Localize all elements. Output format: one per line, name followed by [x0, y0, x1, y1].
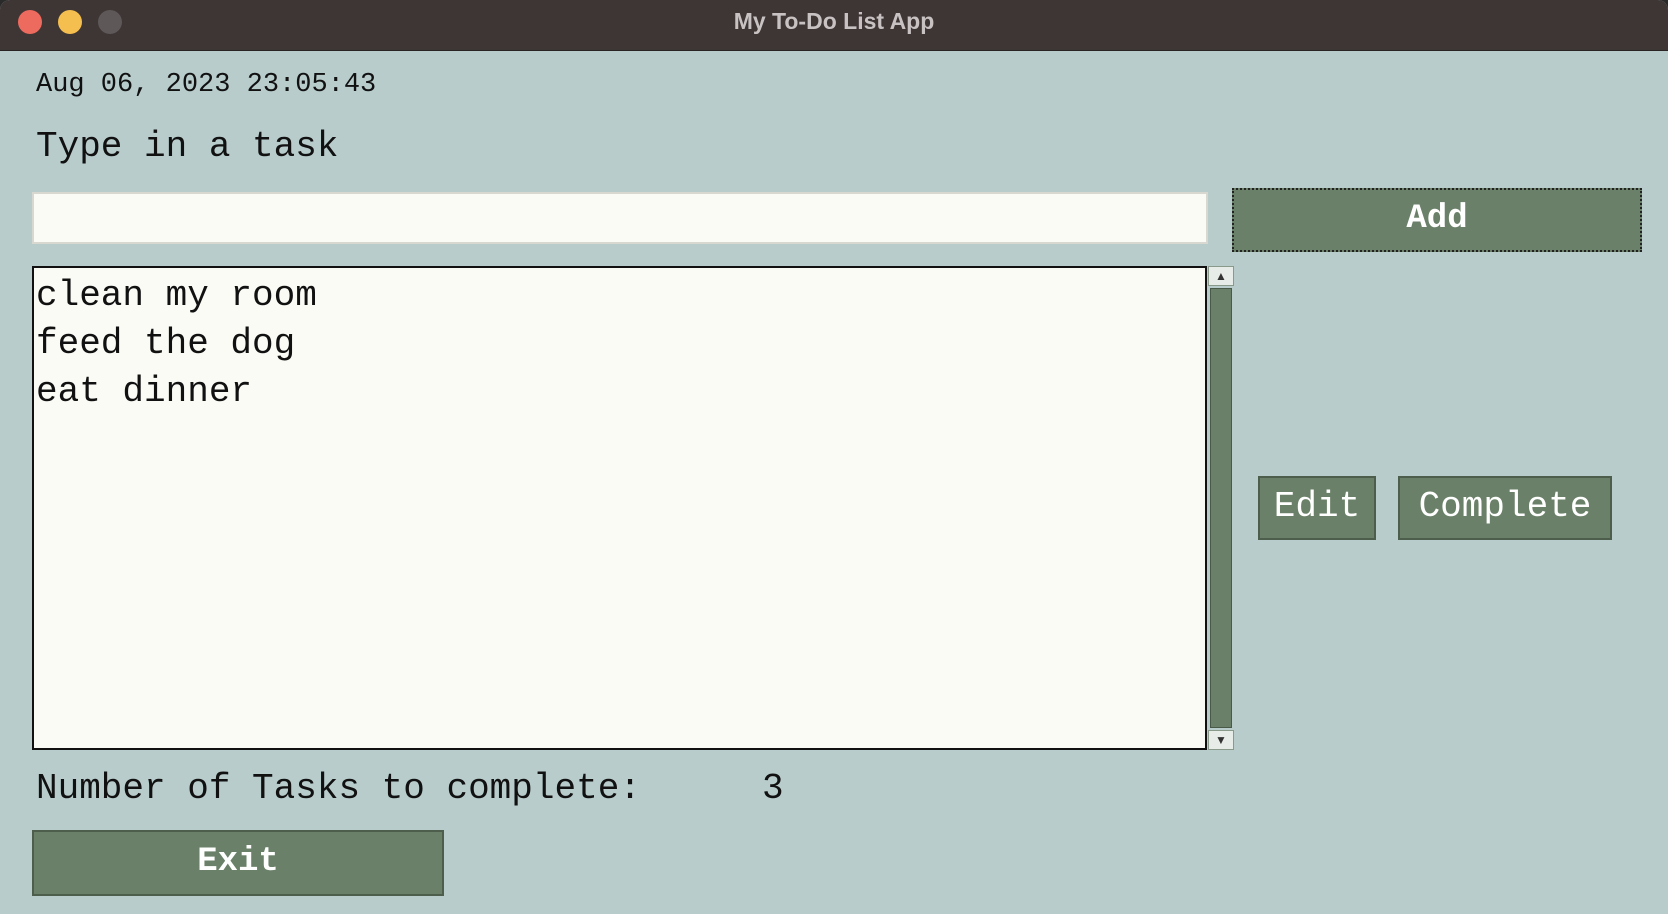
- triangle-down-icon[interactable]: ▼: [1208, 730, 1234, 750]
- triangle-up-icon[interactable]: ▲: [1208, 266, 1234, 286]
- task-count-label: Number of Tasks to complete:: [36, 768, 641, 809]
- complete-button[interactable]: Complete: [1398, 476, 1612, 540]
- task-list-scrollbar[interactable]: ▲ ▼: [1208, 266, 1234, 750]
- list-item[interactable]: feed the dog: [34, 320, 1205, 368]
- edit-button[interactable]: Edit: [1258, 476, 1376, 540]
- task-input[interactable]: [32, 192, 1208, 244]
- add-button[interactable]: Add: [1232, 188, 1642, 252]
- scrollbar-thumb[interactable]: [1210, 288, 1232, 728]
- task-count-value: 3: [762, 768, 784, 809]
- exit-button[interactable]: Exit: [32, 830, 444, 896]
- list-item[interactable]: clean my room: [34, 272, 1205, 320]
- titlebar[interactable]: My To-Do List App: [0, 0, 1668, 51]
- task-list[interactable]: clean my room feed the dog eat dinner: [32, 266, 1207, 750]
- datetime-label: Aug 06, 2023 23:05:43: [36, 70, 377, 100]
- window-title: My To-Do List App: [733, 8, 935, 34]
- list-item[interactable]: eat dinner: [34, 368, 1205, 416]
- task-prompt-label: Type in a task: [36, 126, 339, 167]
- app-window: My To-Do List App Aug 06, 2023 23:05:43 …: [0, 0, 1668, 914]
